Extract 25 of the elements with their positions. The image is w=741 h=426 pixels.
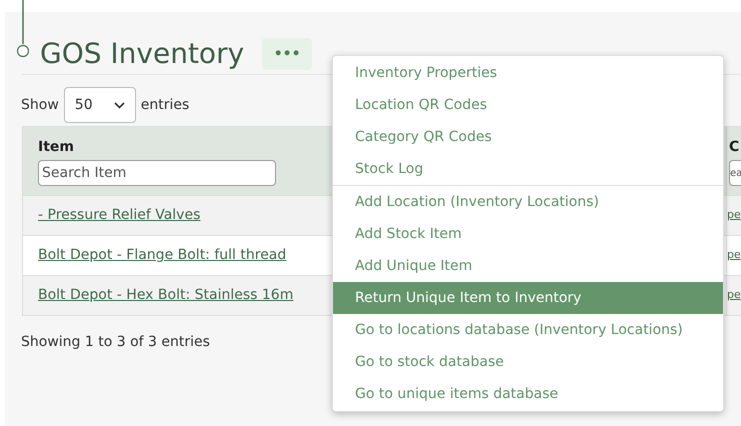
show-label: Show — [21, 96, 59, 114]
menu-item[interactable]: Add Unique Item — [333, 250, 723, 282]
page-length-select[interactable]: 50 — [64, 87, 136, 123]
menu-item[interactable]: Go to stock database — [333, 346, 723, 378]
item-link[interactable]: - Pressure Relief Valves — [38, 205, 200, 226]
column-title: C — [729, 139, 740, 155]
menu-item[interactable]: Go to locations database (Inventory Locations) — [333, 314, 723, 346]
menu-item[interactable]: Return Unique Item to Inventory — [333, 282, 723, 314]
search-field[interactable]: Search Item — [38, 160, 276, 186]
page-title: GOS Inventory — [40, 40, 244, 68]
menu-item[interactable]: Inventory Properties — [333, 57, 723, 89]
menu-item[interactable]: Add Location (Inventory Locations) — [333, 186, 723, 218]
search-field[interactable]: ea — [729, 160, 741, 186]
menu-item[interactable]: Go to unique items database — [333, 378, 723, 410]
table-info: Showing 1 to 3 of 3 entries — [21, 333, 211, 352]
item-link[interactable]: Bolt Depot - Flange Bolt: full thread — [38, 245, 286, 266]
item-link[interactable]: Bolt Depot - Hex Bolt: Stainless 16m — [38, 285, 294, 306]
menu-item[interactable]: Category QR Codes — [333, 121, 723, 153]
menu-item[interactable]: Stock Log — [333, 153, 723, 185]
column-title: Item — [38, 139, 74, 155]
menu-item[interactable]: Location QR Codes — [333, 89, 723, 121]
menu-item[interactable]: Add Stock Item — [333, 218, 723, 250]
entries-label: entries — [140, 96, 190, 114]
more-button[interactable]: ••• — [262, 38, 312, 70]
chevron-down-icon — [114, 102, 125, 108]
